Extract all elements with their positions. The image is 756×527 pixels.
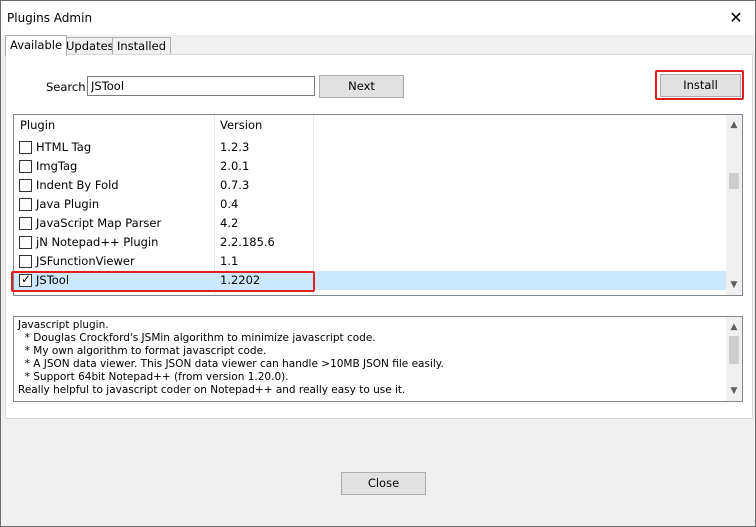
table-row[interactable]: Indent By Fold 0.7.3	[14, 176, 726, 195]
plugin-name: Java Plugin	[36, 197, 100, 211]
table-row[interactable]: jN Notepad++ Plugin 2.2.185.6	[14, 233, 726, 252]
plugin-name: jN Notepad++ Plugin	[36, 235, 159, 249]
description-line: * A JSON data viewer. This JSON data vie…	[18, 358, 444, 370]
column-header-version[interactable]: Version	[220, 118, 262, 132]
plugin-description: Javascript plugin. * Douglas Crockford's…	[13, 316, 743, 402]
search-label: Search:	[46, 80, 90, 94]
chevron-down-icon[interactable]: ▼	[726, 277, 742, 293]
plugin-name: JSTool	[36, 273, 70, 287]
table-row[interactable]: JavaScript Map Parser 4.2	[14, 214, 726, 233]
table-row[interactable]: HTML Tag 1.2.3	[14, 138, 726, 157]
description-line: Really helpful to javascript coder on No…	[18, 384, 406, 396]
table-row[interactable]: JSFunctionViewer 1.1	[14, 252, 726, 271]
plugin-version: 1.2.3	[220, 140, 250, 154]
tab-updates[interactable]: Updates	[61, 37, 119, 55]
table-row[interactable]: ✓ JSTool 1.2202	[14, 271, 726, 290]
plugins-admin-window: Plugins Admin ✕ Available Updates Instal…	[0, 0, 756, 527]
chevron-up-icon[interactable]: ▲	[726, 117, 742, 133]
next-button[interactable]: Next	[319, 75, 404, 98]
description-line: * Support 64bit Notepad++ (from version …	[18, 371, 289, 383]
plugin-version: 4.2	[220, 216, 239, 230]
tab-installed[interactable]: Installed	[112, 37, 171, 55]
title-bar: Plugins Admin ✕	[1, 1, 755, 35]
plugin-version: 0.7.3	[220, 178, 250, 192]
close-button[interactable]: Close	[341, 472, 426, 495]
table-row[interactable]: ImgTag 2.0.1	[14, 157, 726, 176]
plugin-checkbox[interactable]: ✓	[19, 272, 32, 287]
plugin-version: 0.4	[220, 197, 239, 211]
plugin-name: JavaScript Map Parser	[36, 216, 162, 230]
plugin-version: 1.1	[220, 254, 239, 268]
plugin-name: ImgTag	[36, 159, 78, 173]
plugin-checkbox[interactable]	[19, 198, 32, 211]
column-header-plugin[interactable]: Plugin	[20, 118, 55, 132]
chevron-down-icon[interactable]: ▼	[726, 383, 742, 399]
plugin-name: Indent By Fold	[36, 178, 119, 192]
plugin-version: 1.2202	[220, 273, 261, 287]
plugin-checkbox[interactable]	[19, 141, 32, 154]
description-scrollbar[interactable]: ▲ ▼	[726, 317, 742, 401]
description-line: Javascript plugin.	[18, 319, 109, 331]
plugin-list-scrollbar[interactable]: ▲ ▼	[726, 115, 742, 295]
plugin-version: 2.2.185.6	[220, 235, 275, 249]
description-line: * My own algorithm to format javascript …	[18, 345, 267, 357]
chevron-up-icon[interactable]: ▲	[726, 319, 742, 335]
close-window-icon[interactable]: ✕	[723, 7, 749, 29]
tab-available[interactable]: Available	[5, 35, 68, 56]
plugin-checkbox[interactable]	[19, 217, 32, 230]
install-button[interactable]: Install	[660, 74, 741, 97]
plugin-checkbox[interactable]	[19, 255, 32, 268]
scrollbar-thumb[interactable]	[729, 336, 739, 364]
checkmark-icon: ✓	[21, 272, 32, 286]
plugin-version: 2.0.1	[220, 159, 250, 173]
plugin-checkbox[interactable]	[19, 160, 32, 173]
plugin-name: JSFunctionViewer	[36, 254, 135, 268]
plugin-list[interactable]: Plugin Version HTML Tag 1.2.3 ImgTag 2.0.1 I…	[13, 114, 743, 296]
table-row[interactable]: Java Plugin 0.4	[14, 195, 726, 214]
description-line: * Douglas Crockford's JSMin algorithm to…	[18, 332, 376, 344]
scrollbar-thumb[interactable]	[729, 173, 739, 189]
plugin-checkbox[interactable]	[19, 179, 32, 192]
plugin-name: HTML Tag	[36, 140, 92, 154]
search-input[interactable]	[87, 76, 315, 96]
plugin-checkbox[interactable]	[19, 236, 32, 249]
window-title: Plugins Admin	[7, 11, 93, 25]
